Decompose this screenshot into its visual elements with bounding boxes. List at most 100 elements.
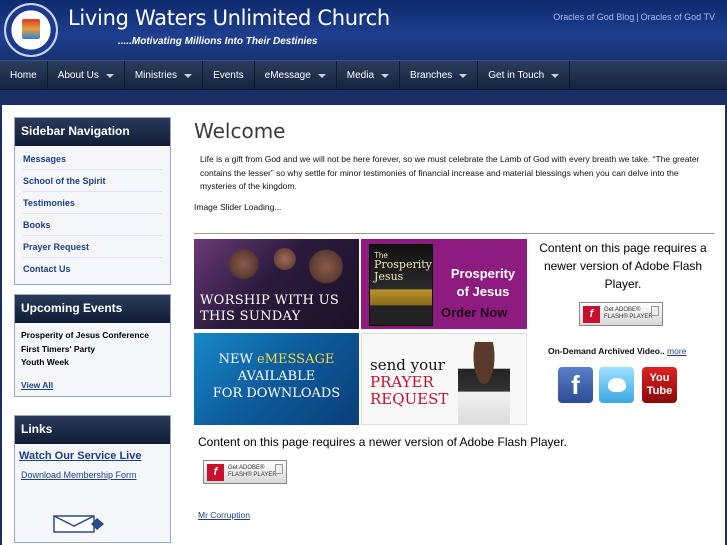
sidebar-item-contact-us[interactable]: Contact Us bbox=[23, 258, 162, 280]
page-title: Welcome bbox=[194, 119, 286, 143]
top-links: Oracles of God Blog | Oracles of God TV bbox=[553, 12, 715, 22]
emessage-word: eMESSAGE bbox=[257, 352, 335, 367]
nav-events[interactable]: Events bbox=[203, 61, 255, 90]
divider bbox=[194, 233, 715, 234]
get-flash-line: FLASH® PLAYER bbox=[228, 472, 277, 478]
youtube-icon[interactable]: You Tube bbox=[642, 367, 677, 403]
chevron-down-icon bbox=[381, 73, 390, 78]
nav-label: eMessage bbox=[264, 70, 311, 81]
worship-line: THIS SUNDAY bbox=[200, 309, 301, 324]
event-item: Youth Week bbox=[21, 357, 69, 367]
worship-line: WORSHIP WITH US bbox=[200, 293, 340, 308]
sidebar-nav-title: Sidebar Navigation bbox=[15, 118, 170, 146]
emessage-new: NEW bbox=[218, 352, 253, 367]
tagline: .....Motivating Millions Into Their Dest… bbox=[118, 36, 318, 47]
view-all-link[interactable]: View All bbox=[21, 379, 164, 393]
get-flash-player-button[interactable]: f Get ADOBE® FLASH® PLAYER bbox=[579, 302, 663, 326]
book-cover-image: The Prosperity Jesus bbox=[369, 244, 433, 326]
chevron-down-icon bbox=[551, 73, 560, 78]
sidebar-item-school-of-the-spirit[interactable]: School of the Spirit bbox=[23, 170, 162, 192]
nav-get-in-touch[interactable]: Get in Touch bbox=[478, 61, 571, 90]
nav-about-us[interactable]: About Us bbox=[48, 61, 125, 90]
flash-required-message: Content on this page requires a newer ve… bbox=[539, 241, 707, 291]
nav-media[interactable]: Media bbox=[337, 61, 401, 90]
flash-logo-icon: f bbox=[207, 464, 224, 481]
get-flash-player-button-2[interactable]: f Get ADOBE® FLASH® PLAYER bbox=[203, 460, 287, 484]
youtube-tube: Tube bbox=[646, 385, 673, 397]
prayer-request-text: PRAYER REQUEST bbox=[370, 374, 448, 408]
sidebar-navigation-box: Sidebar Navigation Messages School of th… bbox=[14, 117, 171, 285]
flash-required-message-2: Content on this page requires a newer ve… bbox=[198, 435, 567, 449]
twitter-bird-icon bbox=[608, 378, 626, 392]
facebook-icon[interactable]: f bbox=[558, 367, 593, 403]
sidebar-item-books[interactable]: Books bbox=[23, 214, 162, 236]
get-flash-line: FLASH® PLAYER bbox=[604, 314, 653, 320]
flash-logo-icon: f bbox=[583, 306, 600, 323]
main-nav: Home About Us Ministries Events eMessage… bbox=[0, 60, 727, 90]
prosperity-banner[interactable]: The Prosperity Jesus Prosperity of Jesus… bbox=[361, 239, 527, 329]
blog-link[interactable]: Oracles of God Blog bbox=[553, 12, 634, 22]
nav-branches[interactable]: Branches bbox=[400, 61, 479, 90]
get-flash-label: Get ADOBE® FLASH® PLAYER bbox=[604, 307, 653, 321]
links-title: Links bbox=[15, 416, 170, 444]
get-flash-line: Get ADOBE® bbox=[604, 307, 641, 313]
chevron-down-icon bbox=[459, 73, 468, 78]
emessage-banner-text: NEW eMESSAGE AVAILABLE FOR DOWNLOADS bbox=[194, 351, 359, 402]
church-logo[interactable] bbox=[4, 3, 58, 57]
sidebar-item-testimonies[interactable]: Testimonies bbox=[23, 192, 162, 214]
envelope-icon[interactable] bbox=[53, 514, 105, 534]
on-demand-video: On-Demand Archived Video.. more bbox=[548, 346, 686, 356]
upcoming-events-box: Upcoming Events Prosperity of Jesus Conf… bbox=[14, 294, 171, 397]
nav-label: Media bbox=[346, 70, 375, 81]
site-title[interactable]: Living Waters Unlimited Church bbox=[68, 6, 390, 30]
nav-label: Events bbox=[213, 70, 244, 81]
emessage-banner[interactable]: NEW eMESSAGE AVAILABLE FOR DOWNLOADS bbox=[194, 333, 359, 425]
download-membership-form-link[interactable]: Download Membership Form bbox=[19, 470, 166, 480]
chevron-down-icon bbox=[105, 73, 114, 78]
book-cover-title: Prosperity Jesus bbox=[374, 258, 432, 283]
nav-ministries[interactable]: Ministries bbox=[125, 61, 204, 90]
emessage-line: FOR DOWNLOADS bbox=[212, 386, 341, 401]
more-link[interactable]: more bbox=[667, 346, 686, 356]
nav-label: About Us bbox=[57, 70, 99, 81]
chevron-down-icon bbox=[184, 73, 193, 78]
watch-service-live-link[interactable]: Watch Our Service Live bbox=[19, 450, 166, 462]
download-arrow-icon bbox=[651, 306, 659, 316]
events-title: Upcoming Events bbox=[15, 295, 170, 323]
logo-emblem-icon bbox=[22, 19, 40, 39]
sidebar-item-prayer-request[interactable]: Prayer Request bbox=[23, 236, 162, 258]
sidebar-item-messages[interactable]: Messages bbox=[23, 148, 162, 170]
on-demand-label: On-Demand Archived Video.. bbox=[548, 346, 665, 356]
slider-loading-text: Image Slider Loading... bbox=[194, 202, 282, 212]
nav-home[interactable]: Home bbox=[0, 61, 48, 90]
nav-label: Ministries bbox=[134, 70, 178, 81]
worship-photo bbox=[194, 239, 359, 289]
order-now-label: Order Now bbox=[441, 305, 508, 320]
site-header: Living Waters Unlimited Church .....Moti… bbox=[0, 0, 727, 60]
get-flash-line: Get ADOBE® bbox=[228, 465, 265, 471]
link-separator: | bbox=[636, 12, 639, 22]
prayer-word: PRAYER bbox=[370, 373, 434, 391]
prayer-word: REQUEST bbox=[370, 390, 449, 408]
chevron-down-icon bbox=[317, 73, 326, 78]
links-box: Links Watch Our Service Live Download Me… bbox=[14, 415, 171, 543]
prayer-request-banner[interactable]: send your PRAYER REQUEST bbox=[361, 333, 527, 425]
emessage-line: AVAILABLE bbox=[237, 369, 316, 384]
worship-banner-text: WORSHIP WITH US THIS SUNDAY bbox=[200, 293, 339, 325]
links-body: Watch Our Service Live Download Membersh… bbox=[15, 444, 170, 524]
twitter-icon[interactable] bbox=[599, 367, 634, 403]
prosperity-title: Prosperity of Jesus bbox=[450, 266, 516, 299]
event-item: Prosperity of Jesus Conference bbox=[21, 330, 150, 340]
send-your-text: send your bbox=[370, 356, 445, 374]
download-arrow-icon bbox=[275, 464, 283, 474]
content-area: Sidebar Navigation Messages School of th… bbox=[2, 105, 725, 545]
sidebar-nav-list: Messages School of the Spirit Testimonie… bbox=[15, 146, 170, 284]
get-flash-label: Get ADOBE® FLASH® PLAYER bbox=[228, 465, 277, 479]
events-list: Prosperity of Jesus Conference First Tim… bbox=[15, 323, 170, 396]
intro-paragraph: Life is a gift from God and we will not … bbox=[200, 154, 700, 191]
mr-corruption-link[interactable]: Mr Corruption bbox=[198, 510, 250, 520]
nav-emessage[interactable]: eMessage bbox=[255, 61, 337, 90]
tv-link[interactable]: Oracles of God TV bbox=[641, 12, 715, 22]
nav-label: Get in Touch bbox=[488, 70, 545, 81]
worship-banner[interactable]: WORSHIP WITH US THIS SUNDAY bbox=[194, 239, 359, 329]
